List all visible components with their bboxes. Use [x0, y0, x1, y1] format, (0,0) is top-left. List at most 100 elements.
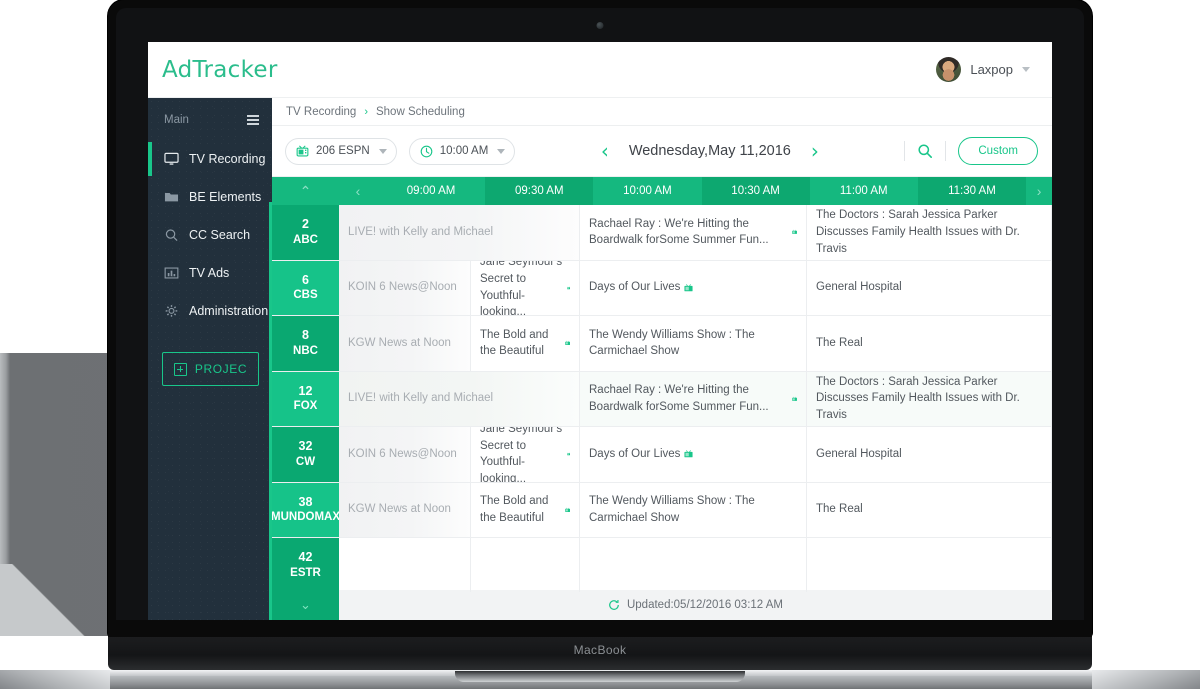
scroll-prev-button[interactable]: ‹ [339, 177, 377, 205]
channel-name: CBS [293, 289, 318, 302]
program-title: The Doctors : Sarah Jessica Parker Discu… [816, 209, 1020, 255]
program-cell[interactable]: KGW News at Noon [339, 316, 471, 371]
channel-name: ESTR [290, 566, 321, 579]
custom-button[interactable]: Custom [958, 137, 1038, 165]
program-cell[interactable]: The Wendy Williams Show : The Carmichael… [580, 316, 807, 371]
deck-wedge-left [0, 670, 110, 689]
current-date-label: Wednesday,May 11,2016 [628, 143, 791, 159]
sidebar-item-be-elements[interactable]: BE Elements [148, 178, 272, 216]
next-day-button[interactable]: › [811, 141, 819, 161]
user-name-label: Laxpop [970, 62, 1013, 77]
channel-name: CW [295, 455, 316, 468]
schedule-grid: ⌃ ‹ 09:00 AM 09:30 AM 10:00 AM 10:30 AM … [271, 177, 1052, 620]
sidebar-item-label: Administration [189, 303, 269, 318]
sidebar: Main TV Recording BE Elements CC Search … [148, 98, 272, 620]
sidebar-item-label: BE Elements [189, 189, 262, 204]
time-slot-header: 10:00 AM [593, 177, 702, 205]
collapse-channels-button[interactable]: ⌃ [272, 177, 339, 205]
table-row[interactable]: 8 NBC KGW News at Noon The Bold and the Bea… [272, 316, 1052, 372]
sidebar-header: Main [148, 98, 272, 140]
breadcrumb-item-0[interactable]: TV Recording [286, 106, 356, 118]
channel-cell[interactable]: 8 NBC [272, 316, 339, 371]
program-cell[interactable]: The Real [807, 482, 1052, 537]
channel-cell[interactable]: 32 CW [272, 427, 339, 482]
scheduling-toolbar: 206 ESPN 10:00 AM ‹ Wednesday,May 11,201… [272, 126, 1052, 177]
program-cell[interactable]: Jane Seymour's Secret to Youthful-lookin… [471, 260, 580, 315]
channel-filter-value: 206 ESPN [316, 145, 370, 157]
expand-channels-button[interactable]: ⌄ [272, 590, 339, 620]
time-filter-dropdown[interactable]: 10:00 AM [408, 137, 516, 165]
app-logo[interactable]: AdTracker [162, 57, 278, 83]
tv-badge-icon [566, 286, 570, 289]
sidebar-item-administration[interactable]: Administration [148, 292, 272, 330]
hamburger-menu-icon[interactable] [247, 115, 259, 125]
channel-cell[interactable]: 42 ESTR [272, 538, 339, 592]
background-device-right [1075, 353, 1200, 636]
program-cell[interactable]: The Bold and the Beautiful [471, 316, 580, 371]
table-row[interactable]: 12 FOX LIVE! with Kelly and Michael Rachael… [272, 371, 1052, 427]
channel-number: 42 [298, 549, 313, 564]
program-title: Days of Our Lives [589, 447, 681, 460]
schedule-grid-rows: 2 ABC LIVE! with Kelly and Michael Rachael … [271, 205, 1052, 593]
tv-badge-icon [566, 452, 570, 456]
program-cell[interactable]: The Real [807, 316, 1052, 371]
program-cell[interactable]: Days of Our Lives [580, 427, 807, 482]
program-cell[interactable]: Rachael Ray : We're Hitting the Boardwal… [580, 371, 807, 426]
user-menu[interactable]: Laxpop [936, 57, 1030, 82]
program-cell[interactable] [339, 538, 471, 592]
program-cell[interactable]: Days of Our Lives [580, 260, 807, 315]
breadcrumb-item-1[interactable]: Show Scheduling [376, 106, 465, 118]
table-row[interactable]: 32 CW KOIN 6 News@Noon Jane Seymour's Secre… [272, 427, 1052, 483]
scroll-next-button[interactable]: › [1026, 177, 1052, 205]
search-icon[interactable] [917, 143, 933, 159]
channel-cell[interactable]: 2 ABC [272, 205, 339, 260]
new-project-button[interactable]: PROJEC [162, 352, 259, 386]
updated-label: Updated:05/12/2016 03:12 AM [626, 599, 783, 611]
sidebar-item-tv-ads[interactable]: TV Ads [148, 254, 272, 292]
program-cell[interactable] [807, 538, 1052, 592]
program-title: LIVE! with Kelly and Michael [348, 225, 494, 238]
program-cell[interactable]: Jane Seymour's Secret to Youthful-lookin… [471, 427, 580, 482]
program-cell[interactable]: General Hospital [807, 427, 1052, 482]
channel-cell[interactable]: 12 FOX [272, 371, 339, 426]
channel-number: 12 [298, 383, 313, 398]
table-row[interactable]: 38 MUNDOMAX KGW News at Noon The Bold and t… [271, 482, 1052, 538]
program-cell[interactable]: General Hospital [807, 260, 1052, 315]
channel-cell[interactable]: 6 CBS [272, 260, 339, 315]
channel-cell[interactable]: 38 MUNDOMAX [271, 482, 340, 537]
sidebar-item-cc-search[interactable]: CC Search [148, 216, 272, 254]
channel-name: NBC [293, 344, 318, 357]
program-cell[interactable]: KGW News at Noon [339, 482, 471, 537]
tv-badge-icon [684, 450, 693, 458]
time-slot-header: 10:30 AM [701, 177, 810, 205]
channel-filter-dropdown[interactable]: 206 ESPN [285, 137, 397, 165]
laptop-lid-chin [108, 620, 1092, 637]
breadcrumb: TV Recording › Show Scheduling [272, 98, 1052, 126]
table-row[interactable]: 2 ABC LIVE! with Kelly and Michael Rachael … [272, 205, 1052, 261]
program-cell[interactable]: The Doctors : Sarah Jessica Parker Discu… [807, 371, 1052, 426]
program-title: General Hospital [816, 447, 902, 460]
program-cell[interactable]: The Doctors : Sarah Jessica Parker Discu… [807, 205, 1052, 260]
program-cell[interactable]: LIVE! with Kelly and Michael [339, 205, 580, 260]
deck-edge-left [108, 670, 455, 676]
sidebar-item-tv-recording[interactable]: TV Recording [148, 140, 272, 178]
program-title: The Bold and the Beautiful [480, 495, 549, 524]
program-cell[interactable]: The Bold and the Beautiful [471, 482, 580, 537]
program-cell[interactable]: KOIN 6 News@Noon [339, 427, 471, 482]
tv-badge-icon [564, 341, 570, 346]
chevron-right-icon: › [364, 105, 368, 118]
program-cell[interactable]: LIVE! with Kelly and Michael [339, 371, 580, 426]
table-row[interactable]: 42 ESTR [272, 538, 1052, 593]
program-cell[interactable]: The Wendy Williams Show : The Carmichael… [580, 482, 807, 537]
program-cell[interactable] [580, 538, 807, 592]
sidebar-accent-edge [269, 202, 272, 620]
refresh-icon[interactable] [608, 599, 620, 611]
program-cell[interactable]: Rachael Ray : We're Hitting the Boardwal… [580, 205, 807, 260]
channel-name: ABC [293, 233, 318, 246]
monitor-icon [164, 152, 179, 165]
channel-number: 38 [298, 494, 313, 509]
program-cell[interactable] [471, 538, 580, 592]
prev-day-button[interactable]: ‹ [601, 141, 609, 161]
table-row[interactable]: 6 CBS KOIN 6 News@Noon Jane Seymour's Secre… [272, 260, 1052, 316]
program-cell[interactable]: KOIN 6 News@Noon [339, 260, 471, 315]
